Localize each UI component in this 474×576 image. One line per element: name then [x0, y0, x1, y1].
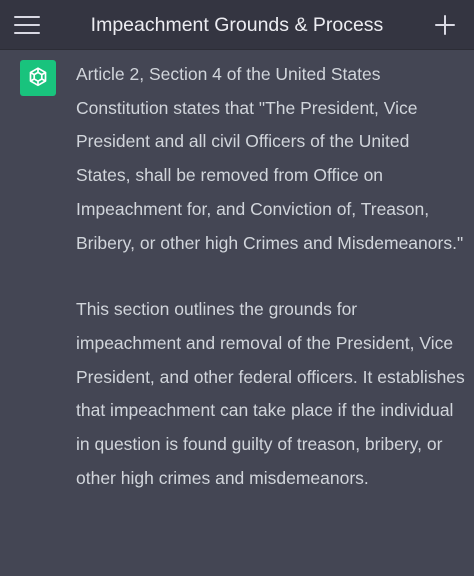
openai-logo-icon — [20, 60, 56, 96]
menu-line — [14, 16, 40, 18]
openai-logo-graphic — [29, 67, 47, 87]
assistant-message: Article 2, Section 4 of the United State… — [0, 50, 474, 576]
message-paragraph: This section outlines the grounds for im… — [76, 299, 465, 488]
menu-line — [14, 24, 40, 26]
plus-icon[interactable] — [432, 12, 458, 38]
conversation-title: Impeachment Grounds & Process — [90, 14, 384, 36]
top-bar: Impeachment Grounds & Process — [0, 0, 474, 50]
menu-line — [14, 32, 40, 34]
message-content: Article 2, Section 4 of the United State… — [76, 58, 466, 528]
message-paragraph: Article 2, Section 4 of the United State… — [76, 64, 464, 253]
hamburger-menu-icon[interactable] — [12, 12, 42, 38]
